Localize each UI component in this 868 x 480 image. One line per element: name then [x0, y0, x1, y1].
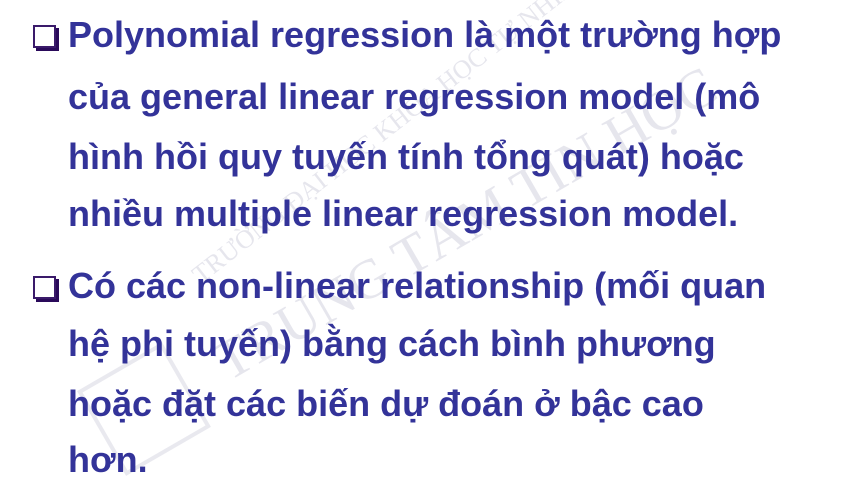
bullet-2-line-2: hệ phi tuyến) bằng cách bình phương [68, 323, 716, 364]
bullet-2-line-3: hoặc đặt các biến dự đoán ở bậc cao [68, 383, 704, 424]
bullet-1-line-1: Polynomial regression là một trường hợp [68, 14, 782, 55]
bullet-2-line-1: Có các non-linear relationship (mối quan [68, 265, 767, 306]
square-bullet-icon [33, 276, 56, 299]
bullet-2-line-4: hơn. [68, 439, 148, 480]
bullet-1-line-4: nhiều multiple linear regression model. [68, 193, 739, 234]
bullet-1-line-2: của general linear regression model (mô [68, 76, 761, 117]
square-bullet-icon [33, 25, 56, 48]
bullet-1-line-3: hình hồi quy tuyến tính tổng quát) hoặc [68, 136, 744, 177]
